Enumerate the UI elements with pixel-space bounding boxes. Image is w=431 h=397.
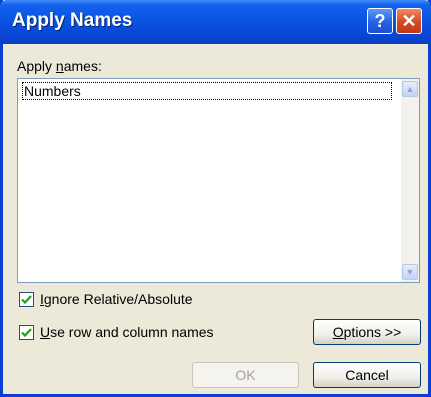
check-mark-icon — [21, 294, 32, 304]
title-bar[interactable]: Apply Names ? ✕ — [0, 0, 431, 44]
chevron-up-icon: ▲ — [405, 84, 415, 94]
chevron-down-icon: ▼ — [405, 267, 415, 277]
close-icon: ✕ — [401, 11, 417, 31]
scroll-down-button[interactable]: ▼ — [402, 264, 418, 280]
ignore-relative-absolute-label: Ignore Relative/Absolute — [40, 291, 193, 307]
options-button[interactable]: Options >> — [313, 319, 421, 345]
ignore-relative-absolute-checkbox[interactable] — [19, 291, 34, 307]
apply-names-dialog: Apply Names ? ✕ Apply names: Numbers ▲ ▼… — [0, 0, 431, 397]
ignore-relative-absolute-option[interactable]: Ignore Relative/Absolute — [19, 290, 193, 308]
help-icon: ? — [374, 11, 386, 31]
check-mark-icon — [21, 327, 32, 337]
cancel-button[interactable]: Cancel — [313, 362, 421, 388]
help-button[interactable]: ? — [367, 8, 393, 34]
use-row-column-names-checkbox[interactable] — [19, 324, 34, 340]
apply-names-label: Apply names: — [17, 58, 102, 74]
close-button[interactable]: ✕ — [396, 8, 422, 34]
list-item-numbers[interactable]: Numbers — [22, 82, 392, 100]
listbox-scrollbar[interactable]: ▲ ▼ — [401, 79, 419, 282]
dialog-title: Apply Names — [12, 10, 133, 31]
use-row-column-names-option[interactable]: Use row and column names — [19, 323, 214, 341]
scroll-up-button[interactable]: ▲ — [402, 81, 418, 97]
use-row-column-names-label: Use row and column names — [40, 324, 214, 340]
ok-button[interactable]: OK — [192, 362, 299, 388]
names-listbox[interactable]: Numbers ▲ ▼ — [17, 78, 420, 283]
